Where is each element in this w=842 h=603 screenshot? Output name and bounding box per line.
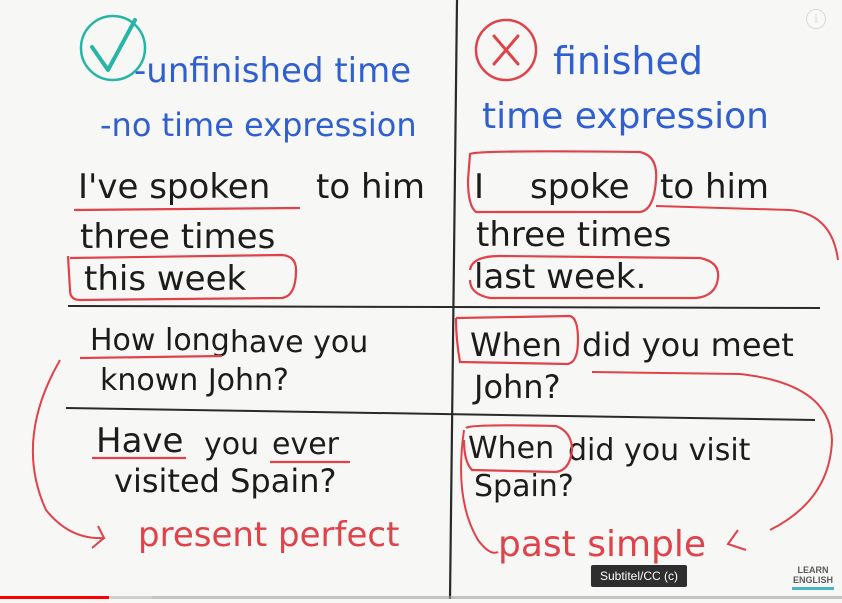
label-present-perfect: present perfect	[138, 515, 399, 555]
right-ex2-when: When	[470, 326, 562, 364]
left-ex3-have: Have	[96, 421, 183, 461]
label-past-simple: past simple	[498, 524, 706, 565]
left-ex1-to-him: to him	[316, 167, 425, 207]
underline-ive-spoken	[73, 206, 301, 212]
vertical-divider	[448, 0, 459, 600]
learn-english-logo: LEARN ENGLISH	[792, 565, 834, 590]
right-ex2-did-you-meet: did you meet	[582, 326, 794, 364]
left-ex1-this-week: this week	[84, 259, 246, 299]
left-ex3-visited-spain: visited Spain?	[114, 462, 337, 500]
right-ex3-spain: Spain?	[474, 469, 574, 504]
whiteboard-drawing: -unfinished time -no time expression fin…	[31, 0, 839, 600]
row-divider-1	[67, 305, 821, 309]
right-ex3-did-you-visit: did you visit	[568, 433, 751, 468]
left-ex1-three-times: three times	[80, 217, 275, 257]
right-ex3-when: When	[468, 431, 554, 466]
arrow-left-curve	[31, 359, 106, 549]
right-ex1-i: I	[474, 167, 484, 207]
cross-icon	[474, 18, 538, 82]
arrow-top-right	[655, 205, 839, 261]
right-ex1-spoke: spoke	[530, 167, 630, 207]
heading-finished: finished	[553, 39, 703, 83]
row-divider-2	[65, 407, 816, 421]
left-ex3-you: you	[204, 427, 259, 462]
left-ex3-ever: ever	[272, 427, 340, 462]
info-button[interactable]: i	[806, 9, 826, 29]
left-ex2-how-long: How long	[90, 323, 230, 358]
left-ex2-known-john: known John?	[100, 363, 289, 398]
whiteboard: -unfinished time -no time expression fin…	[0, 0, 842, 600]
arrowhead-past-simple	[726, 529, 747, 551]
right-ex1-to-him: to him	[660, 167, 769, 207]
right-ex2-john: John?	[472, 368, 561, 406]
logo-line2: ENGLISH	[792, 575, 833, 585]
subtitles-tooltip: Subtitel/CC (c)	[591, 565, 688, 587]
right-ex1-last-week: last week.	[474, 257, 646, 297]
left-ex1-spoken: I've spoken	[78, 167, 270, 207]
left-ex2-have-you: have you	[230, 325, 368, 360]
logo-bar	[792, 587, 834, 590]
heading-unfinished-time: -unfinished time	[134, 51, 411, 91]
logo-line1: LEARN	[797, 565, 829, 575]
right-ex1-three-times: three times	[476, 215, 671, 255]
heading-no-time-expression: -no time expression	[100, 106, 417, 144]
heading-time-expression: time expression	[482, 96, 769, 137]
